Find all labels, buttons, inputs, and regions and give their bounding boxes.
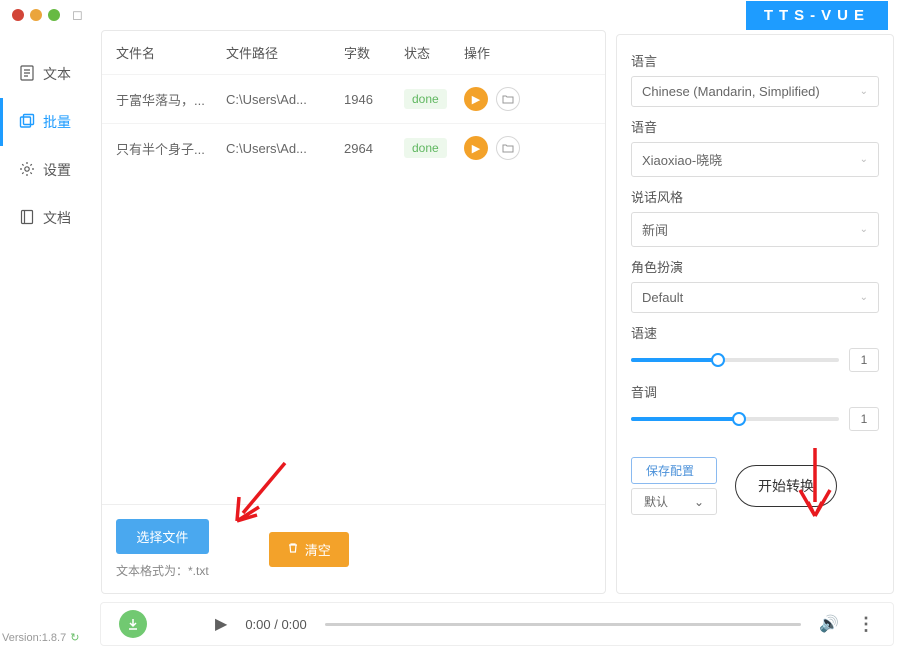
table-row: 于富华落马，... C:\Users\Ad... 1946 done ▶ <box>102 74 605 123</box>
trash-icon <box>287 542 299 557</box>
sidebar-item-text[interactable]: 文本 <box>0 50 95 98</box>
player-track[interactable] <box>325 623 801 626</box>
close-dot[interactable] <box>12 9 24 21</box>
sidebar-item-batch[interactable]: 批量 <box>0 98 95 146</box>
voice-select[interactable]: Xiaoxiao-晓晓⌄ <box>631 142 879 177</box>
col-ops: 操作 <box>464 43 591 62</box>
download-button[interactable] <box>119 610 147 638</box>
chevron-down-icon: ⌄ <box>860 292 868 303</box>
file-hint: 文本格式为：*.txt <box>116 562 209 579</box>
status-badge: done <box>404 138 447 158</box>
preset-select[interactable]: 默认⌄ <box>631 488 717 515</box>
select-file-button[interactable]: 选择文件 <box>116 519 209 554</box>
book-icon <box>19 209 35 228</box>
status-badge: done <box>404 89 447 109</box>
cell-path: C:\Users\Ad... <box>226 92 344 107</box>
sidebar-item-label: 文档 <box>43 208 71 228</box>
role-select[interactable]: Default⌄ <box>631 282 879 313</box>
sidebar-item-settings[interactable]: 设置 <box>0 146 95 194</box>
sidebar-item-docs[interactable]: 文档 <box>0 194 95 242</box>
sidebar-item-label: 设置 <box>43 160 71 180</box>
sidebar: 文本 批量 设置 文档 <box>0 30 95 594</box>
gear-icon <box>19 161 35 180</box>
play-button[interactable]: ▶ <box>464 136 488 160</box>
pitch-value: 1 <box>849 407 879 431</box>
table-row: 只有半个身子... C:\Users\Ad... 2964 done ▶ <box>102 123 605 172</box>
refresh-icon[interactable]: ↻ <box>70 631 79 644</box>
document-icon <box>19 65 35 84</box>
version-label: Version:1.8.7 ↻ <box>2 631 79 644</box>
pitch-slider[interactable] <box>631 417 839 421</box>
col-status: 状态 <box>404 43 464 62</box>
slider-thumb[interactable] <box>732 412 746 426</box>
titlebar: ◻ TTS-VUE <box>0 0 900 30</box>
role-label: 角色扮演 <box>631 257 879 276</box>
player-time: 0:00 / 0:00 <box>245 617 306 632</box>
window-controls <box>12 9 60 21</box>
chevron-down-icon: ⌄ <box>694 495 704 509</box>
play-button[interactable]: ▶ <box>464 87 488 111</box>
window-icon: ◻ <box>72 7 83 23</box>
chevron-down-icon: ⌄ <box>860 86 868 97</box>
table-header: 文件名 文件路径 字数 状态 操作 <box>102 31 605 74</box>
cell-words: 1946 <box>344 92 404 107</box>
speed-label: 语速 <box>631 323 879 342</box>
cell-words: 2964 <box>344 141 404 156</box>
audio-player: ▶ 0:00 / 0:00 🔊 ⋮ <box>100 602 894 646</box>
style-select[interactable]: 新闻⌄ <box>631 212 879 247</box>
bottom-actions: 选择文件 文本格式为：*.txt 清空 <box>102 504 605 593</box>
speed-slider[interactable] <box>631 358 839 362</box>
speed-value: 1 <box>849 348 879 372</box>
clear-label: 清空 <box>305 540 331 559</box>
voice-label: 语音 <box>631 117 879 136</box>
save-config-button[interactable]: 保存配置 <box>631 457 717 484</box>
stack-icon <box>19 113 35 132</box>
cell-status: done <box>404 138 464 158</box>
cell-name: 只有半个身子... <box>116 139 226 158</box>
language-label: 语言 <box>631 51 879 70</box>
minimize-dot[interactable] <box>30 9 42 21</box>
cell-name: 于富华落马，... <box>116 90 226 109</box>
folder-button[interactable] <box>496 87 520 111</box>
style-label: 说话风格 <box>631 187 879 206</box>
chevron-down-icon: ⌄ <box>860 224 868 235</box>
col-words: 字数 <box>344 43 404 62</box>
sidebar-item-label: 文本 <box>43 64 71 84</box>
play-icon[interactable]: ▶ <box>215 614 227 634</box>
cell-status: done <box>404 89 464 109</box>
clear-button[interactable]: 清空 <box>269 532 349 567</box>
file-table-panel: 文件名 文件路径 字数 状态 操作 于富华落马，... C:\Users\Ad.… <box>101 30 606 594</box>
pitch-label: 音调 <box>631 382 879 401</box>
start-convert-button[interactable]: 开始转换 <box>735 465 837 507</box>
app-brand: TTS-VUE <box>746 1 888 30</box>
language-select[interactable]: Chinese (Mandarin, Simplified)⌄ <box>631 76 879 107</box>
sidebar-item-label: 批量 <box>43 112 71 132</box>
speaker-icon[interactable]: 🔊 <box>819 614 839 634</box>
slider-thumb[interactable] <box>711 353 725 367</box>
settings-panel: 语言 Chinese (Mandarin, Simplified)⌄ 语音 Xi… <box>616 34 894 594</box>
folder-button[interactable] <box>496 136 520 160</box>
cell-path: C:\Users\Ad... <box>226 141 344 156</box>
col-path: 文件路径 <box>226 43 344 62</box>
more-icon[interactable]: ⋮ <box>857 614 875 635</box>
chevron-down-icon: ⌄ <box>860 154 868 165</box>
maximize-dot[interactable] <box>48 9 60 21</box>
col-name: 文件名 <box>116 43 226 62</box>
